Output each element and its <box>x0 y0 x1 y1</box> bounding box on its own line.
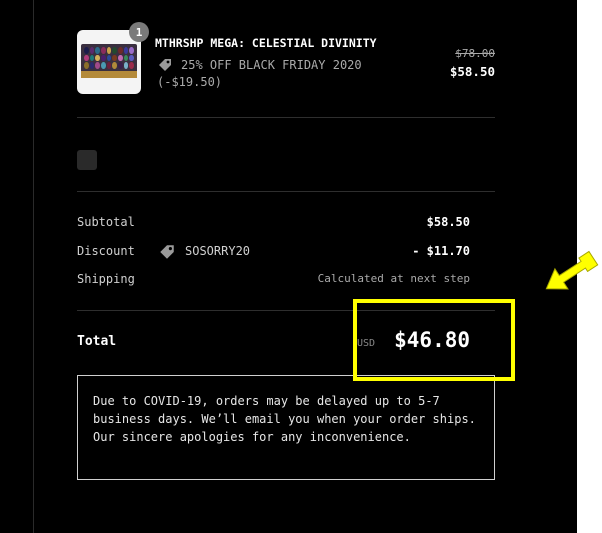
palette-well <box>95 62 100 69</box>
palette-well <box>84 47 89 54</box>
quantity-badge: 1 <box>129 22 149 42</box>
tag-icon <box>160 245 174 259</box>
palette-well <box>89 62 95 69</box>
shipping-label: Shipping <box>77 272 135 286</box>
product-thumbnail <box>77 30 141 94</box>
palette-well <box>106 54 112 62</box>
palette-well <box>95 54 100 62</box>
discounted-price: $58.50 <box>449 64 495 79</box>
line-item: 1 MTHRSHP MEGA: CELESTIAL DIVINITY 25% O… <box>77 22 495 96</box>
palette-well <box>123 47 129 54</box>
divider <box>77 191 495 192</box>
palette-well <box>100 54 106 62</box>
item-discount-amount: (-$19.50) <box>157 75 223 89</box>
palette-image <box>81 44 137 78</box>
item-discount-label: 25% OFF BLACK FRIDAY 2020 <box>181 58 362 72</box>
total-label: Total <box>77 334 117 349</box>
palette-well <box>117 54 123 62</box>
tag-icon <box>159 59 171 71</box>
palette-well <box>95 47 100 54</box>
covid-notice: Due to COVID-19, orders may be delayed u… <box>77 375 495 480</box>
palette-well <box>129 54 134 62</box>
order-summary-panel: 1 MTHRSHP MEGA: CELESTIAL DIVINITY 25% O… <box>0 0 577 533</box>
gift-card-toggle[interactable] <box>77 150 97 170</box>
panel-divider <box>33 0 34 533</box>
palette-well <box>117 47 123 54</box>
product-title: MTHRSHP MEGA: CELESTIAL DIVINITY <box>155 36 377 50</box>
palette-well <box>89 54 95 62</box>
shipping-value: Calculated at next step <box>317 272 470 285</box>
palette-well <box>123 54 129 62</box>
palette-well <box>100 62 106 69</box>
arrow-icon <box>545 250 599 290</box>
palette-well <box>84 62 89 69</box>
palette-well <box>112 62 117 69</box>
palette-well <box>84 54 89 62</box>
discount-code: SOSORRY20 <box>185 244 251 258</box>
original-price: $78.00 <box>455 47 495 60</box>
palette-well <box>100 47 106 54</box>
palette-well <box>106 47 112 54</box>
palette-well <box>117 62 123 69</box>
palette-well <box>112 47 117 54</box>
palette-well <box>123 62 129 69</box>
highlight-box <box>353 299 515 381</box>
subtotal-value: $58.50 <box>426 215 470 229</box>
palette-well <box>89 47 95 54</box>
subtotal-label: Subtotal <box>77 215 135 229</box>
discount-value: - $11.70 <box>412 244 470 258</box>
palette-well <box>129 62 134 69</box>
discount-label: Discount <box>77 244 135 258</box>
palette-well <box>129 47 134 54</box>
divider <box>77 117 495 118</box>
palette-well <box>112 54 117 62</box>
palette-well <box>106 62 112 69</box>
